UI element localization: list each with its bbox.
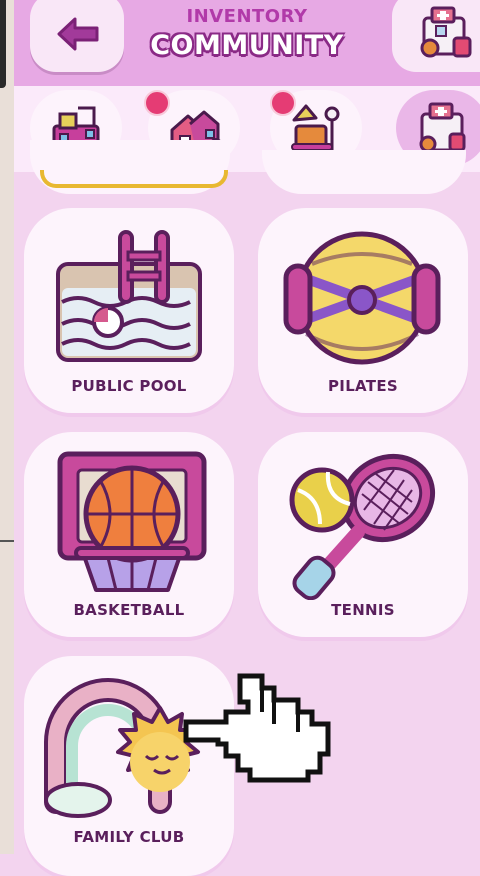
edge-line — [0, 540, 14, 542]
item-card-pilates[interactable]: PILATES — [258, 208, 468, 413]
item-card-basketball[interactable]: BASKETBALL — [24, 432, 234, 637]
item-label: FAMILY CLUB — [73, 828, 185, 846]
tennis-racket-icon — [289, 453, 436, 600]
gold-frame — [40, 170, 228, 188]
community-category-button[interactable] — [392, 0, 480, 72]
edge-shadow — [0, 0, 6, 88]
notification-dot — [144, 90, 170, 116]
item-label: BASKETBALL — [73, 601, 185, 619]
basketball-hoop-icon — [57, 451, 207, 592]
item-label: PILATES — [328, 377, 398, 395]
item-label: PUBLIC POOL — [71, 377, 187, 395]
header: INVENTORY COMMUNITY — [14, 0, 480, 86]
notification-dot — [270, 90, 296, 116]
item-card-tennis[interactable]: TENNIS — [258, 432, 468, 637]
item-label: TENNIS — [331, 601, 395, 619]
item-card-public-pool[interactable]: PUBLIC POOL — [24, 208, 234, 413]
hobbies-icon — [291, 104, 340, 151]
pilates-ball-icon — [283, 231, 441, 365]
left-edge-strip — [0, 0, 14, 854]
community-buildings-icon — [420, 6, 472, 58]
item-card-partial[interactable] — [262, 150, 466, 194]
item-card-partial[interactable] — [30, 140, 230, 194]
pool-icon — [56, 230, 202, 362]
pointing-hand-cursor — [183, 673, 331, 783]
community-icon — [419, 102, 466, 153]
